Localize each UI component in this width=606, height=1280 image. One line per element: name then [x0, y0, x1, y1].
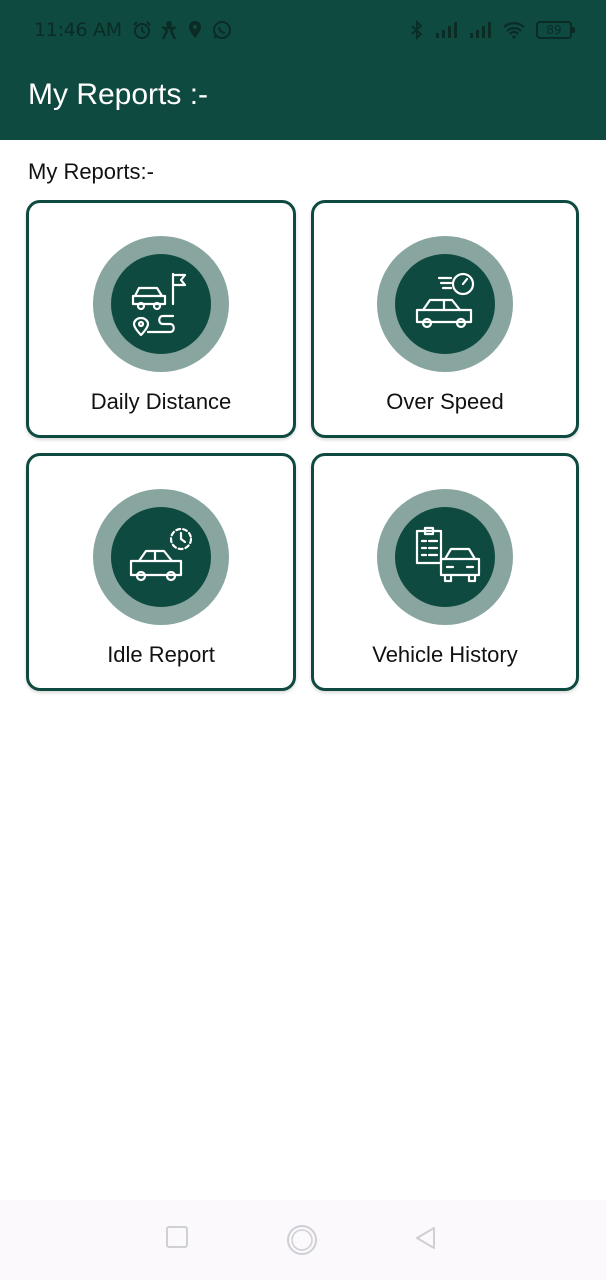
status-right-icons: 89 — [410, 20, 575, 40]
over-speed-card[interactable]: Over Speed — [311, 200, 579, 438]
car-speed-icon — [395, 254, 495, 354]
status-bar: 11:46 AM 89 — [0, 0, 606, 60]
back-icon[interactable] — [414, 1226, 436, 1250]
car-clock-icon — [111, 507, 211, 607]
home-icon[interactable] — [286, 1224, 318, 1256]
wifi-icon — [502, 21, 526, 39]
icon-ring — [93, 489, 229, 625]
icon-ring — [377, 236, 513, 372]
icon-ring — [377, 489, 513, 625]
daily-distance-card[interactable]: Daily Distance — [26, 200, 296, 438]
signal-icon — [434, 21, 458, 39]
icon-ring — [93, 236, 229, 372]
section-title: My Reports:- — [28, 159, 154, 184]
status-left-icons — [132, 20, 232, 40]
page-title: My Reports :- — [28, 78, 209, 111]
card-label: Idle Report — [107, 642, 215, 667]
whatsapp-icon — [212, 20, 232, 40]
card-label: Over Speed — [386, 389, 504, 414]
bluetooth-icon — [410, 20, 424, 40]
card-label: Daily Distance — [90, 389, 232, 414]
card-label: Vehicle History — [372, 642, 518, 667]
vehicle-history-icon — [395, 507, 495, 607]
navigation-bar — [0, 1200, 606, 1280]
status-time: 11:46 AM — [34, 19, 122, 41]
recent-apps-icon[interactable] — [166, 1226, 188, 1248]
app-bar: 11:46 AM 89 My Reports:- — [0, 0, 606, 140]
reports-grid: Daily Distance Over Speed Idle Report Ve… — [26, 200, 579, 691]
car-route-icon — [111, 254, 211, 354]
signal-icon — [468, 21, 492, 39]
vehicle-history-card[interactable]: Vehicle History — [311, 453, 579, 691]
location-icon — [186, 20, 204, 40]
person-icon — [160, 20, 178, 40]
battery-icon: 89 — [536, 21, 575, 39]
idle-report-card[interactable]: Idle Report — [26, 453, 296, 691]
alarm-icon — [132, 20, 152, 40]
